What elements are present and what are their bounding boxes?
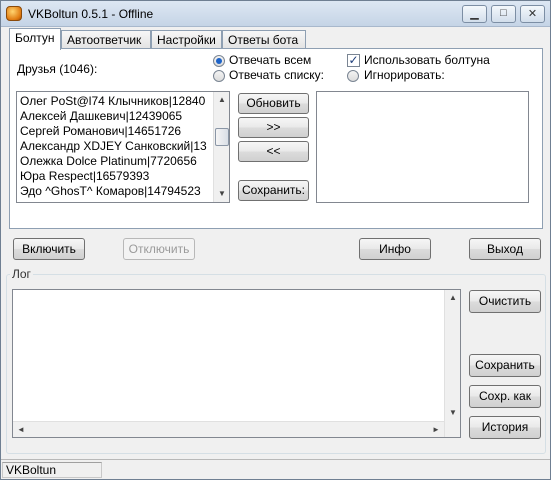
ignore-radio[interactable] bbox=[347, 70, 359, 82]
disable-button: Отключить bbox=[123, 238, 195, 260]
friends-label: Друзья (1046): bbox=[17, 62, 98, 76]
reply-all-label[interactable]: Отвечать всем bbox=[229, 53, 311, 67]
exit-button[interactable]: Выход bbox=[469, 238, 541, 260]
scroll-down-icon[interactable]: ▼ bbox=[214, 186, 229, 202]
status-text: VKBoltun bbox=[2, 462, 102, 478]
title-bar[interactable]: VKBoltun 0.5.1 - Offline ▁ □ ✕ bbox=[1, 1, 550, 27]
app-icon bbox=[6, 6, 22, 21]
selected-list[interactable] bbox=[316, 91, 529, 203]
friends-list[interactable]: Олег PoSt@l74 Клычников|12840 Алексей Да… bbox=[16, 91, 230, 203]
minimize-icon: ▁ bbox=[470, 8, 479, 20]
reply-all-radio[interactable] bbox=[213, 55, 225, 67]
scroll-left-icon[interactable]: ◄ bbox=[13, 422, 29, 438]
scroll-right-icon[interactable]: ► bbox=[428, 422, 444, 438]
scroll-thumb[interactable] bbox=[215, 128, 229, 146]
list-item[interactable]: Олежка Dolce Platinum|7720656 bbox=[20, 154, 197, 168]
save-log-button[interactable]: Сохранить bbox=[469, 354, 541, 377]
reply-list-label[interactable]: Отвечать списку: bbox=[229, 68, 324, 82]
ignore-label[interactable]: Игнорировать: bbox=[364, 68, 445, 82]
list-item[interactable]: Олег PoSt@l74 Клычников|12840 bbox=[20, 94, 205, 108]
refresh-button[interactable]: Обновить bbox=[238, 93, 309, 114]
list-item[interactable]: Александр XDJEY Санковский|13 bbox=[20, 139, 207, 153]
reply-list-radio[interactable] bbox=[213, 70, 225, 82]
tab-autoresponder[interactable]: Автоответчик bbox=[61, 30, 151, 49]
save-log-as-button[interactable]: Сохр. как bbox=[469, 385, 541, 408]
maximize-icon: □ bbox=[500, 7, 507, 19]
use-boltun-label[interactable]: Использовать болтуна bbox=[364, 53, 490, 67]
app-window: VKBoltun 0.5.1 - Offline ▁ □ ✕ Болтун Ав… bbox=[0, 0, 551, 480]
history-button[interactable]: История bbox=[469, 416, 541, 439]
log-title: Лог bbox=[10, 267, 33, 281]
add-to-list-button[interactable]: >> bbox=[238, 117, 309, 138]
info-button[interactable]: Инфо bbox=[359, 238, 431, 260]
enable-button[interactable]: Включить bbox=[13, 238, 85, 260]
use-boltun-checkbox[interactable]: ✓ bbox=[347, 54, 360, 67]
save-list-button[interactable]: Сохранить: bbox=[238, 180, 309, 201]
tab-boltun[interactable]: Болтун bbox=[9, 28, 61, 50]
maximize-button[interactable]: □ bbox=[491, 5, 516, 23]
tab-bot-answers[interactable]: Ответы бота bbox=[222, 30, 306, 49]
log-horizontal-scrollbar[interactable]: ◄ ► bbox=[13, 421, 444, 437]
tab-settings[interactable]: Настройки bbox=[151, 30, 222, 49]
scroll-up-icon[interactable]: ▲ bbox=[214, 92, 229, 108]
tab-panel-boltun: Друзья (1046): Отвечать всем Отвечать сп… bbox=[9, 48, 543, 229]
remove-from-list-button[interactable]: << bbox=[238, 141, 309, 162]
list-item[interactable]: Эдо ^GhosT^ Комаров|14794523 bbox=[20, 184, 201, 198]
status-bar: VKBoltun bbox=[1, 459, 550, 479]
log-text-area[interactable]: ▲ ▼ ◄ ► bbox=[12, 289, 461, 438]
close-button[interactable]: ✕ bbox=[520, 5, 545, 23]
window-title: VKBoltun 0.5.1 - Offline bbox=[28, 7, 154, 21]
scroll-up-icon[interactable]: ▲ bbox=[445, 290, 461, 306]
clear-log-button[interactable]: Очистить bbox=[469, 290, 541, 313]
list-item[interactable]: Алексей Дашкевич|12439065 bbox=[20, 109, 182, 123]
scroll-down-icon[interactable]: ▼ bbox=[445, 405, 461, 421]
minimize-button[interactable]: ▁ bbox=[462, 5, 487, 23]
friends-list-scrollbar[interactable]: ▲ ▼ bbox=[213, 92, 229, 202]
list-item[interactable]: Юра Respect|16579393 bbox=[20, 169, 149, 183]
log-vertical-scrollbar[interactable]: ▲ ▼ bbox=[444, 290, 460, 437]
list-item[interactable]: Сергей Романович|14651726 bbox=[20, 124, 181, 138]
close-icon: ✕ bbox=[527, 8, 538, 20]
